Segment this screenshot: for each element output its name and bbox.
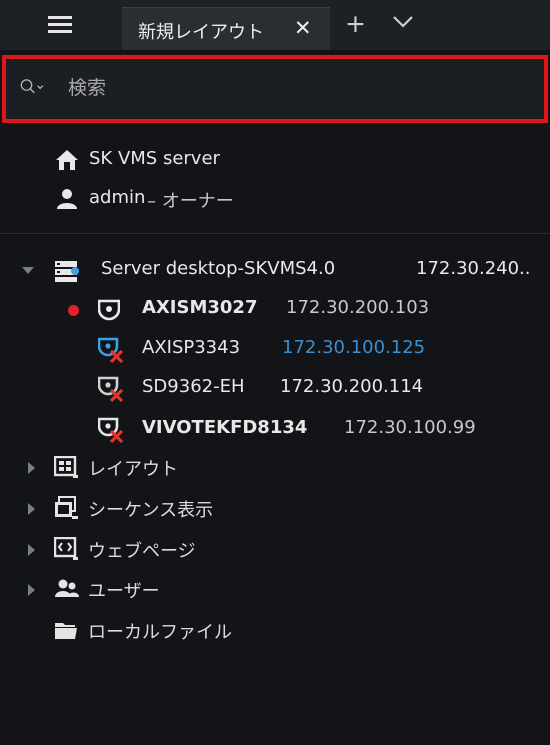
camera-offline-icon (98, 376, 124, 402)
user-name: admin (89, 187, 146, 208)
expand-arrow-icon[interactable] (28, 503, 35, 515)
search-icon[interactable] (20, 74, 46, 100)
collapse-arrow-icon[interactable] (22, 267, 34, 274)
camera-item[interactable]: VIVOTEKFD8134 172.30.100.99 (60, 414, 540, 446)
camera-name: AXISP3343 (142, 337, 241, 358)
tab-title: 新規レイアウト (138, 22, 264, 43)
camera-ip: 172.30.200.114 (280, 376, 424, 397)
camera-ip: 172.30.100.99 (344, 417, 476, 438)
camera-name: VIVOTEKFD8134 (142, 417, 308, 438)
showreel-icon (55, 496, 78, 519)
user-icon (57, 189, 77, 209)
current-user-node[interactable]: admin – オーナー (55, 184, 535, 216)
tree-node-local-files[interactable]: ローカルファイル (24, 615, 504, 647)
camera-icon (98, 299, 120, 321)
camera-offline-icon (98, 337, 124, 363)
camera-item[interactable]: AXISM3027 172.30.200.103 (60, 294, 540, 326)
users-icon (55, 579, 79, 597)
add-tab-icon[interactable]: + (345, 9, 366, 38)
expand-arrow-icon[interactable] (28, 462, 35, 474)
webpage-icon (54, 537, 78, 560)
resource-tree-panel: 新規レイアウト ✕ + SK VMS server admin – オーナー (0, 0, 550, 745)
chevron-down-icon[interactable] (392, 14, 414, 30)
tree-node-layouts[interactable]: レイアウト (24, 452, 504, 484)
expand-arrow-icon[interactable] (28, 584, 35, 596)
camera-ip: 172.30.200.103 (286, 297, 430, 318)
divider (0, 233, 550, 234)
folder-icon (55, 623, 77, 639)
system-node[interactable]: SK VMS server (55, 145, 535, 177)
tree-node-webpages[interactable]: ウェブページ (24, 534, 504, 566)
system-name: SK VMS server (89, 148, 220, 169)
camera-item[interactable]: SD9362-EH 172.30.200.114 (60, 373, 540, 405)
tree-node-users[interactable]: ユーザー (24, 574, 504, 606)
home-icon (56, 150, 78, 170)
camera-name: SD9362-EH (142, 376, 245, 397)
search-box (2, 55, 548, 123)
node-label: レイアウト (88, 459, 178, 480)
node-label: ウェブページ (88, 541, 196, 562)
server-icon (55, 261, 79, 282)
user-role: – オーナー (147, 191, 234, 212)
server-name: Server desktop-SKVMS4.0 (101, 258, 336, 279)
node-label: ユーザー (88, 581, 160, 602)
recording-dot-icon (68, 305, 79, 316)
node-label: シーケンス表示 (88, 500, 214, 521)
expand-arrow-icon[interactable] (28, 544, 35, 556)
camera-name: AXISM3027 (142, 297, 258, 318)
tab-new-layout[interactable]: 新規レイアウト ✕ (122, 7, 330, 50)
server-node[interactable]: Server desktop-SKVMS4.0 172.30.240.. (20, 255, 550, 287)
tab-close-icon[interactable]: ✕ (294, 16, 312, 40)
camera-ip: 172.30.100.125 (282, 337, 426, 358)
node-label: ローカルファイル (88, 622, 232, 643)
layouts-icon (54, 456, 78, 478)
tree-node-showreels[interactable]: シーケンス表示 (24, 493, 504, 525)
server-ip: 172.30.240.. (416, 258, 531, 279)
tab-bar: 新規レイアウト ✕ + (0, 0, 550, 51)
main-menu-icon[interactable] (42, 12, 80, 38)
search-input[interactable] (66, 69, 530, 107)
camera-offline-icon (98, 417, 124, 443)
camera-item[interactable]: AXISP3343 172.30.100.125 (60, 334, 540, 366)
